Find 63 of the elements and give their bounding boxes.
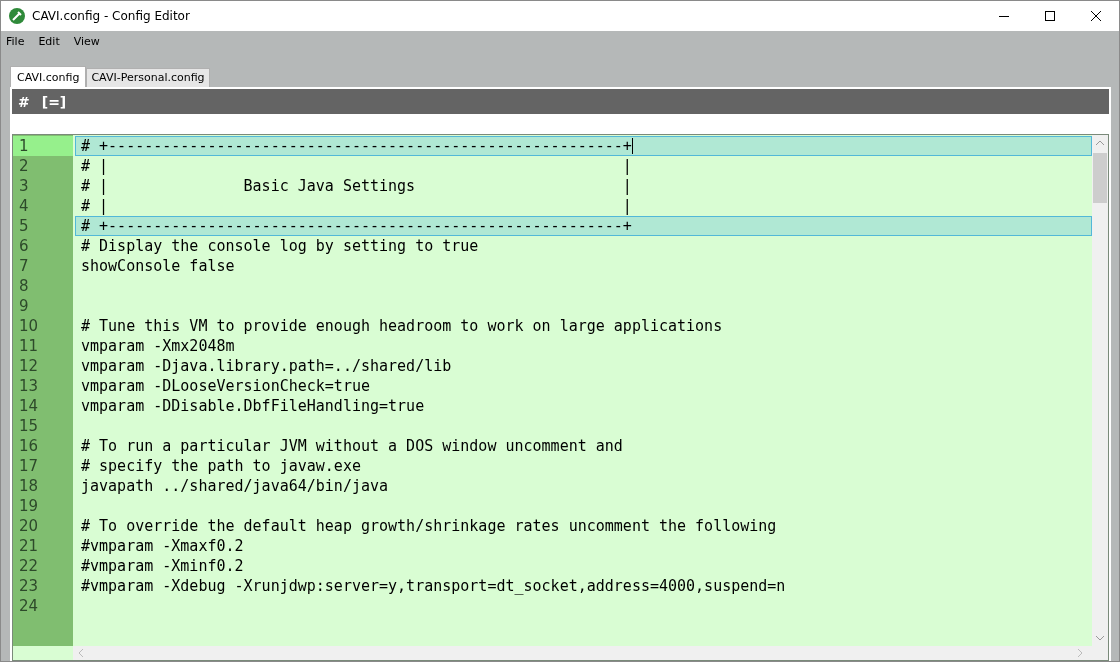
code-line: # To run a particular JVM without a DOS window uncomment and [81, 436, 623, 456]
scroll-thumb[interactable] [1093, 153, 1107, 203]
line-number: 3 [18, 176, 30, 196]
toolbar-button[interactable]: [=] [41, 93, 67, 110]
line-number: 22 [18, 556, 40, 576]
toolbar-button[interactable]: # [18, 93, 30, 110]
code-line: # specify the path to javaw.exe [81, 456, 361, 476]
text-cursor [631, 138, 633, 154]
line-number: 1 [13, 136, 73, 156]
code-line: # | Basic Java Settings | [81, 176, 632, 196]
menu-item[interactable]: File [6, 34, 25, 48]
scroll-up-icon[interactable] [1095, 139, 1105, 147]
code-line: # | | [81, 156, 632, 176]
line-number: 24 [18, 596, 40, 616]
code-line: # Display the console log by setting to true [81, 236, 479, 256]
line-number: 20 [18, 516, 40, 536]
line-number: 9 [18, 296, 30, 316]
line-number: 12 [18, 356, 40, 376]
maximize-icon[interactable] [1044, 10, 1056, 22]
code-line: # +---------------------------------------------------------+ [81, 136, 632, 156]
line-number: 6 [18, 236, 30, 256]
line-number: 7 [18, 256, 30, 276]
code-line: showConsole false [81, 256, 235, 276]
app-icon [9, 8, 25, 24]
code-line: vmparam -Xmx2048m [81, 336, 235, 356]
code-line: #vmparam -Xdebug -Xrunjdwp:server=y,transport=dt_socket,address=4000,suspend=n [81, 576, 786, 596]
line-number: 5 [18, 216, 30, 236]
editor[interactable] [12, 134, 1109, 661]
line-number: 19 [18, 496, 40, 516]
line-number: 21 [18, 536, 40, 556]
code-line: # Tune this VM to provide enough headroom to work on large applications [81, 316, 723, 336]
line-number: 11 [18, 336, 40, 356]
line-number: 13 [18, 376, 40, 396]
close-icon[interactable] [1090, 10, 1102, 22]
line-number: 23 [18, 576, 40, 596]
vertical-scrollbar[interactable] [1092, 135, 1108, 646]
line-number: 10 [18, 316, 40, 336]
code-line: javapath ../shared/java64/bin/java [81, 476, 389, 496]
line-number: 16 [18, 436, 40, 456]
menu-item[interactable]: Edit [38, 34, 60, 48]
code-line: # +---------------------------------------------------------+ [81, 216, 632, 236]
code-line: vmparam -DLooseVersionCheck=true [81, 376, 370, 396]
code-line: #vmparam -Xminf0.2 [81, 556, 244, 576]
line-number: 17 [18, 456, 40, 476]
scroll-down-icon[interactable] [1095, 634, 1105, 642]
horizontal-scrollbar[interactable] [73, 646, 1108, 660]
code-line: # To override the default heap growth/shrinkage rates uncomment the following [81, 516, 777, 536]
scroll-right-icon[interactable] [1076, 648, 1084, 658]
scroll-left-icon[interactable] [77, 648, 85, 658]
code-line: #vmparam -Xmaxf0.2 [81, 536, 244, 556]
menu-item[interactable]: View [73, 34, 100, 48]
code-line: # | | [81, 196, 632, 216]
tab[interactable]: CAVI-Personal.config [86, 68, 210, 87]
code-line: vmparam -DDisable.DbfFileHandling=true [81, 396, 425, 416]
tab[interactable]: CAVI.config [10, 66, 87, 87]
line-number: 8 [18, 276, 30, 296]
line-number: 18 [18, 476, 40, 496]
line-number: 14 [18, 396, 40, 416]
window-title: CAVI.config - Config Editor [32, 9, 190, 23]
line-number: 15 [18, 416, 40, 436]
line-number: 2 [18, 156, 30, 176]
line-number: 4 [18, 196, 30, 216]
code-line: vmparam -Djava.library.path=../shared/lib [81, 356, 452, 376]
